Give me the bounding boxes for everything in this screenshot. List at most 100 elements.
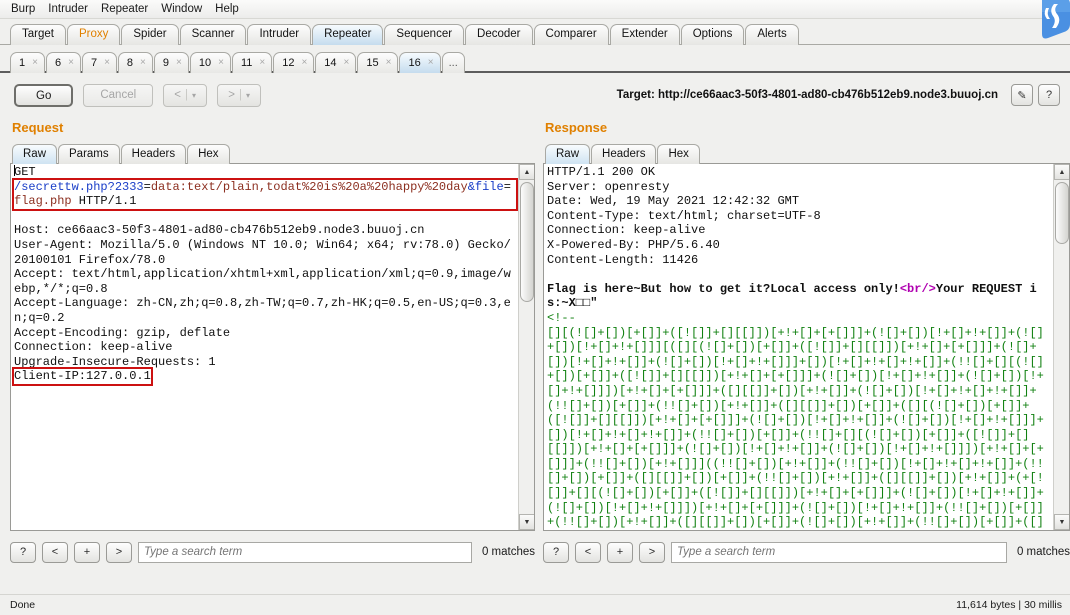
menu-item-repeater[interactable]: Repeater xyxy=(96,1,156,18)
response-search-input[interactable] xyxy=(671,541,1007,563)
repeater-tab-10[interactable]: 10 × xyxy=(189,52,231,73)
forward-button[interactable]: > | ▾ xyxy=(217,83,262,107)
close-icon[interactable]: × xyxy=(218,58,224,68)
request-tab-params[interactable]: Params xyxy=(58,144,120,164)
request-search-input[interactable] xyxy=(138,541,472,563)
repeater-tab-7[interactable]: 7 × xyxy=(81,52,117,73)
tab-repeater[interactable]: Repeater xyxy=(312,24,384,45)
tab-extender[interactable]: Extender xyxy=(609,24,680,45)
ampersand: & xyxy=(467,179,475,194)
close-icon[interactable]: × xyxy=(32,58,38,68)
back-button[interactable]: < | ▾ xyxy=(163,83,208,107)
request-tab-hex[interactable]: Hex xyxy=(187,144,230,164)
close-icon[interactable]: × xyxy=(259,58,265,68)
scroll-down-icon[interactable]: ▼ xyxy=(1054,514,1069,530)
repeater-tab-6[interactable]: 6 × xyxy=(45,52,81,73)
request-editor[interactable]: GET /secrettw.php?2333=data:text/plain,t… xyxy=(10,164,535,531)
request-search-add-button[interactable]: + xyxy=(74,541,100,563)
request-editor-text[interactable]: GET /secrettw.php?2333=data:text/plain,t… xyxy=(11,164,518,530)
repeater-tab-16[interactable]: 16 × xyxy=(399,52,441,73)
divider: | xyxy=(185,88,188,101)
menu-item-help[interactable]: Help xyxy=(210,1,247,18)
scroll-up-icon[interactable]: ▲ xyxy=(1054,164,1069,180)
request-line-annotation: /secrettw.php?2333=data:text/plain,todat… xyxy=(12,177,518,211)
tab-sequencer[interactable]: Sequencer xyxy=(384,24,465,45)
tab-comparer[interactable]: Comparer xyxy=(533,24,609,45)
response-search-help-button[interactable]: ? xyxy=(543,541,569,563)
tab-options[interactable]: Options xyxy=(680,24,745,45)
response-view-tabs: Raw Headers Hex xyxy=(543,141,1070,164)
tab-intruder[interactable]: Intruder xyxy=(247,24,312,45)
tab-target[interactable]: Target xyxy=(10,24,66,45)
close-icon[interactable]: × xyxy=(68,58,74,68)
response-search-prev-button[interactable]: < xyxy=(575,541,601,563)
request-tab-headers[interactable]: Headers xyxy=(120,144,187,164)
equals-sign: = xyxy=(143,179,151,194)
menu-item-window[interactable]: Window xyxy=(156,1,210,18)
request-header-host: Host: ce66aac3-50f3-4801-ad80-cb476b512e… xyxy=(14,223,425,238)
tab-spider[interactable]: Spider xyxy=(121,24,179,45)
request-header-upgrade-insecure: Upgrade-Insecure-Requests: 1 xyxy=(14,354,216,369)
repeater-tab-14[interactable]: 14 × xyxy=(315,52,357,73)
request-header-connection: Connection: keep-alive xyxy=(14,340,173,355)
request-method: GET xyxy=(14,165,36,179)
edit-target-button[interactable]: ✎ xyxy=(1011,84,1033,106)
repeater-tab-11[interactable]: 11 × xyxy=(231,52,273,73)
request-scrollbar[interactable]: ▲ ▼ xyxy=(518,164,534,530)
close-icon[interactable]: × xyxy=(301,58,307,68)
close-icon[interactable]: × xyxy=(344,58,350,68)
response-editor[interactable]: HTTP/1.1 200 OK Server: openresty Date: … xyxy=(543,164,1070,531)
response-header-date: Date: Wed, 19 May 2021 12:42:32 GMT xyxy=(547,194,800,209)
close-icon[interactable]: × xyxy=(176,58,182,68)
tab-scanner[interactable]: Scanner xyxy=(179,24,247,45)
question-icon: ? xyxy=(1045,89,1053,101)
help-button[interactable]: ? xyxy=(1038,84,1060,106)
repeater-tab-15[interactable]: 15 × xyxy=(357,52,399,73)
request-param1-value: data:text/plain,todat%20is%20a%20happy%2… xyxy=(150,179,468,194)
go-button[interactable]: Go xyxy=(14,83,74,107)
response-search-next-button[interactable]: > xyxy=(639,541,665,563)
scroll-up-icon[interactable]: ▲ xyxy=(519,164,534,180)
repeater-tab-12[interactable]: 12 × xyxy=(273,52,315,73)
scrollbar-thumb[interactable] xyxy=(520,182,534,302)
response-panel: Response Raw Headers Hex HTTP/1.1 200 OK… xyxy=(535,117,1070,572)
response-tab-hex[interactable]: Hex xyxy=(657,144,700,164)
response-header-content-length: Content-Length: 11426 xyxy=(547,252,699,267)
response-tab-headers[interactable]: Headers xyxy=(591,144,657,164)
repeater-tab-9[interactable]: 9 × xyxy=(153,52,189,73)
repeater-tab-8[interactable]: 8 × xyxy=(117,52,153,73)
repeater-tab-1[interactable]: 1 × xyxy=(10,52,45,73)
close-icon[interactable]: × xyxy=(386,58,392,68)
request-search-help-button[interactable]: ? xyxy=(10,541,36,563)
tab-proxy[interactable]: Proxy xyxy=(66,24,121,45)
tab-decoder[interactable]: Decoder xyxy=(465,24,533,45)
scroll-down-icon[interactable]: ▼ xyxy=(519,514,534,530)
close-icon[interactable]: × xyxy=(428,58,434,68)
response-search-add-button[interactable]: + xyxy=(607,541,633,563)
scrollbar-thumb[interactable] xyxy=(1055,182,1069,244)
menu-item-burp[interactable]: Burp xyxy=(6,1,43,18)
repeater-tab-label: 8 xyxy=(126,57,134,69)
menu-bar: Burp Intruder Repeater Window Help xyxy=(0,0,1070,19)
response-tab-raw[interactable]: Raw xyxy=(545,144,591,164)
response-header-connection: Connection: keep-alive xyxy=(547,223,706,238)
request-search-prev-button[interactable]: < xyxy=(42,541,68,563)
request-param1-name: 2333 xyxy=(114,179,144,194)
tab-alerts[interactable]: Alerts xyxy=(745,24,799,45)
request-view-tabs: Raw Params Headers Hex xyxy=(10,141,535,164)
request-search-next-button[interactable]: > xyxy=(106,541,132,563)
response-editor-text[interactable]: HTTP/1.1 200 OK Server: openresty Date: … xyxy=(544,164,1053,530)
repeater-toolbar: Go Cancel < | ▾ > | ▾ Target: http://ce6… xyxy=(0,73,1070,117)
close-icon[interactable]: × xyxy=(140,58,146,68)
response-panel-title: Response xyxy=(545,120,608,135)
http-version: HTTP/1.1 xyxy=(71,194,137,209)
menu-item-intruder[interactable]: Intruder xyxy=(43,1,96,18)
close-icon[interactable]: × xyxy=(104,58,110,68)
request-match-count: 0 matches xyxy=(481,546,535,558)
request-tab-raw[interactable]: Raw xyxy=(12,144,58,164)
back-arrow-icon: < xyxy=(174,88,181,101)
repeater-tab-label: 11 xyxy=(240,57,253,69)
response-scrollbar[interactable]: ▲ ▼ xyxy=(1053,164,1069,530)
client-ip-header-annotation: Client-IP:127.0.0.1 xyxy=(12,367,153,386)
repeater-tab-overflow[interactable]: ... xyxy=(441,52,465,73)
